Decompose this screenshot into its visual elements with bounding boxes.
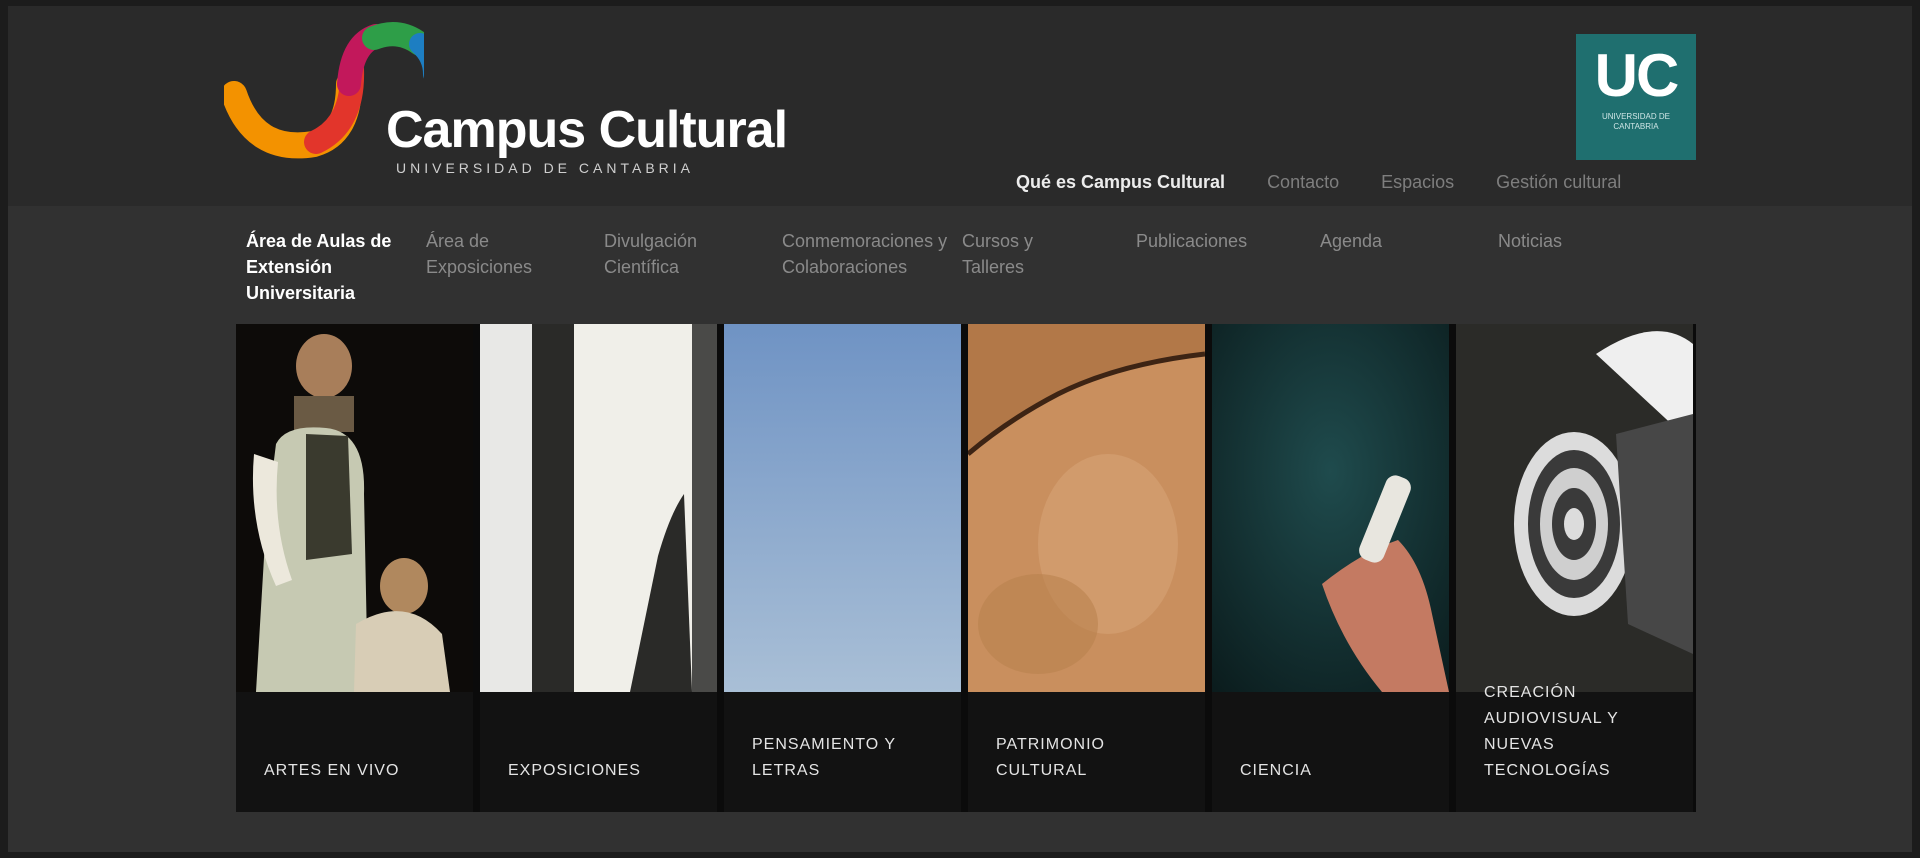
tile-patrimonio-cultural[interactable]: Patrimonio cultural xyxy=(968,324,1205,812)
top-link-que-es[interactable]: Qué es Campus Cultural xyxy=(1016,172,1225,193)
film-reel-image xyxy=(1456,324,1693,692)
tile-label: Artes en vivo xyxy=(264,762,400,779)
tile-label: Pensamiento y letras xyxy=(752,736,896,779)
nav-item-agenda[interactable]: Agenda xyxy=(1320,228,1420,254)
tile-label: Creación audiovisual y nuevas tecnología… xyxy=(1484,684,1619,779)
tile-caption: Pensamiento y letras xyxy=(724,692,961,812)
uc-badge[interactable]: UC UNIVERSIDAD DE CANTABRIA xyxy=(1576,34,1696,160)
tile-exposiciones[interactable]: Exposiciones xyxy=(480,324,717,812)
logo-subtitle: UNIVERSIDAD DE CANTABRIA xyxy=(396,160,694,176)
uc-badge-text: UC xyxy=(1594,42,1680,109)
nav-item-divulgacion[interactable]: Divulgación Científica xyxy=(604,228,754,280)
nav-item-publicaciones[interactable]: Publicaciones xyxy=(1136,228,1296,254)
tile-label: Patrimonio cultural xyxy=(996,736,1105,779)
white-columns-image xyxy=(480,324,717,692)
nav-item-cursos[interactable]: Cursos y Talleres xyxy=(962,228,1072,280)
nav-item-exposiciones[interactable]: Área de Exposiciones xyxy=(426,228,576,280)
top-link-espacios[interactable]: Espacios xyxy=(1381,172,1454,193)
nav-item-noticias[interactable]: Noticias xyxy=(1498,228,1598,254)
top-link-gestion[interactable]: Gestión cultural xyxy=(1496,172,1621,193)
blue-sky-image xyxy=(724,324,961,692)
tile-caption: Patrimonio cultural xyxy=(968,692,1205,812)
tile-creacion-audiovisual[interactable]: Creación audiovisual y nuevas tecnología… xyxy=(1456,324,1693,812)
category-tiles: Artes en vivo Exposiciones xyxy=(236,324,1696,812)
tile-caption: Creación audiovisual y nuevas tecnología… xyxy=(1456,684,1693,812)
tile-label: Exposiciones xyxy=(508,762,641,779)
painting-figure-image xyxy=(236,324,473,692)
tile-artes-en-vivo[interactable]: Artes en vivo xyxy=(236,324,473,812)
top-links: Qué es Campus Cultural Contacto Espacios… xyxy=(1016,172,1621,193)
main-nav: Área de Aulas de Extensión Universitaria… xyxy=(246,228,1706,320)
tile-label: Ciencia xyxy=(1240,762,1312,779)
tile-caption: Exposiciones xyxy=(480,692,717,812)
tile-caption: Ciencia xyxy=(1212,692,1449,812)
tile-ciencia[interactable]: Ciencia xyxy=(1212,324,1449,812)
nav-item-aulas[interactable]: Área de Aulas de Extensión Universitaria xyxy=(246,228,396,306)
logo-name: Campus Cultural xyxy=(386,101,788,159)
tile-caption: Artes en vivo xyxy=(236,692,473,812)
tile-pensamiento-y-letras[interactable]: Pensamiento y letras xyxy=(724,324,961,812)
site-header: Campus Cultural UNIVERSIDAD DE CANTABRIA… xyxy=(8,6,1912,206)
nav-item-conmemoraciones[interactable]: Conmemoraciones y Colaboraciones xyxy=(782,228,952,280)
hand-dark-teal-image xyxy=(1212,324,1449,692)
cave-rock-image xyxy=(968,324,1205,692)
uc-badge-subtitle: UNIVERSIDAD DE CANTABRIA xyxy=(1601,112,1670,131)
page-frame: Campus Cultural UNIVERSIDAD DE CANTABRIA… xyxy=(8,6,1912,852)
top-link-contacto[interactable]: Contacto xyxy=(1267,172,1339,193)
campus-cultural-logo[interactable]: Campus Cultural UNIVERSIDAD DE CANTABRIA xyxy=(224,14,794,189)
